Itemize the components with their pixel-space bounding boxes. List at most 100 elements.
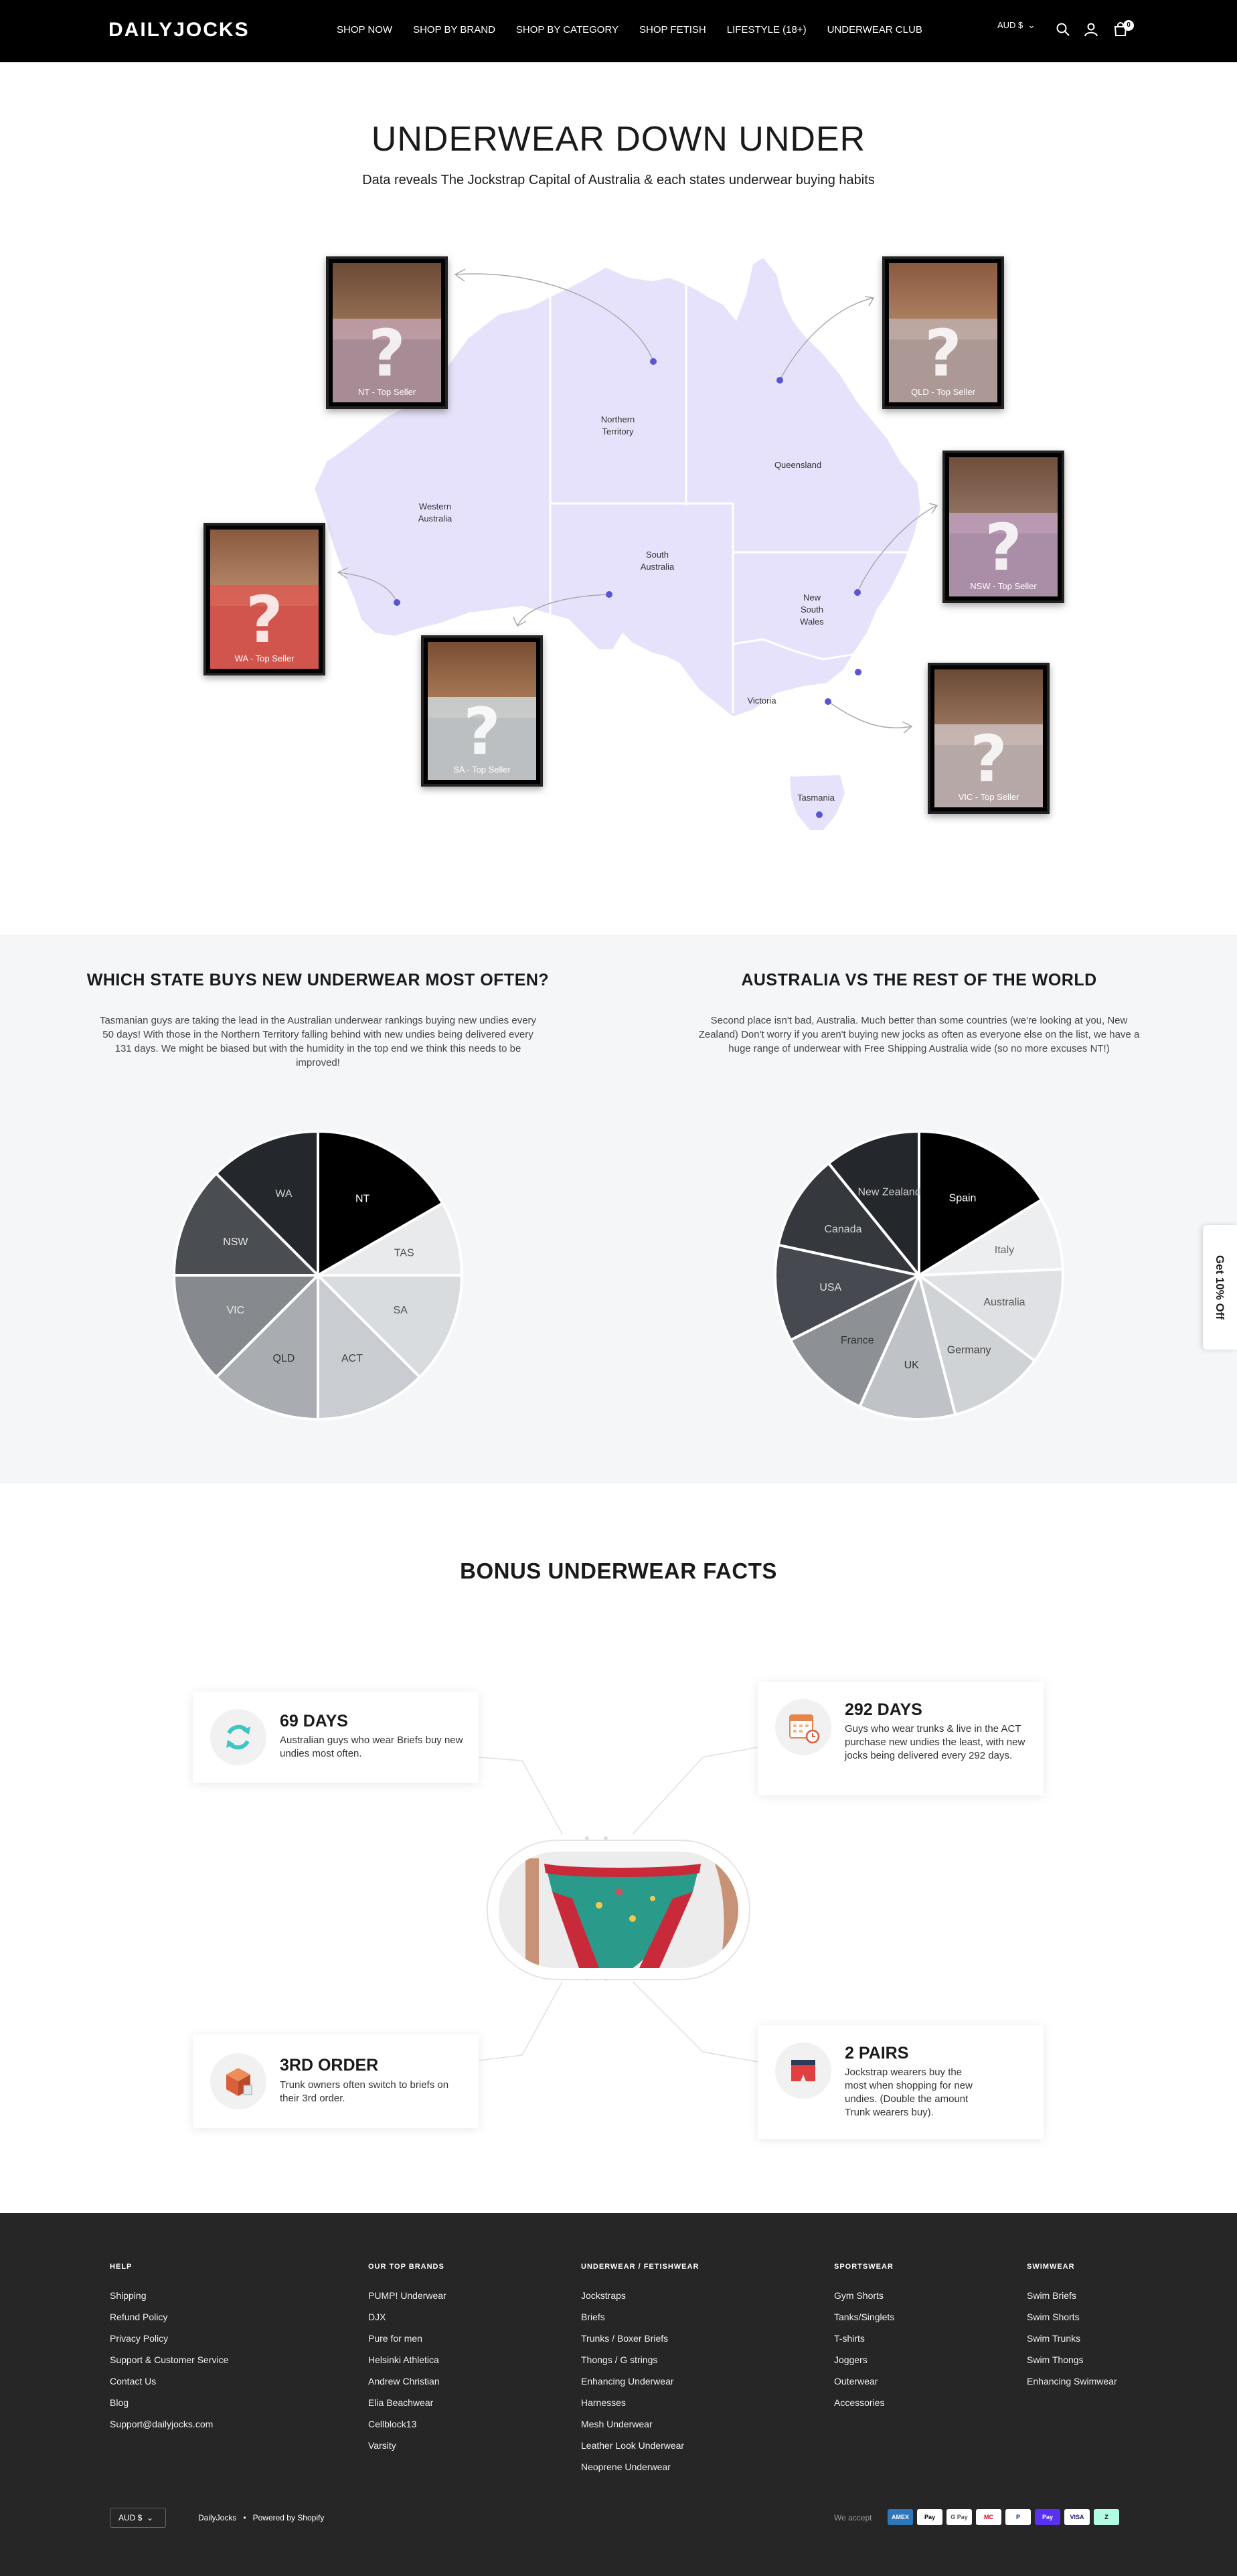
nav-lifestyle[interactable]: LIFESTYLE (18+) (727, 24, 807, 35)
footer-link[interactable]: Gym Shorts (834, 2289, 894, 2310)
discount-tab[interactable]: Get 10% Off (1203, 1225, 1237, 1350)
top-seller-card-wa[interactable]: ? WA - Top Seller (203, 523, 325, 675)
pie-label-nt: NT (355, 1194, 370, 1205)
site-footer: HELP Shipping Refund Policy Privacy Poli… (0, 2213, 1237, 2576)
fact-card-292-days: 292 DAYS Guys who wear trunks & live in … (758, 1682, 1044, 1795)
card-caption: NT - Top Seller (357, 387, 416, 397)
footer-link[interactable]: Accessories (834, 2396, 894, 2417)
card-caption: SA - Top Seller (453, 764, 511, 775)
featured-product-frame[interactable] (487, 1840, 750, 1980)
nav-shop-by-category[interactable]: SHOP BY CATEGORY (516, 24, 618, 35)
pie-label-australia: Australia (983, 1297, 1025, 1308)
question-mark-icon: ? (368, 316, 406, 392)
footer-col-heading: SPORTSWEAR (834, 2263, 894, 2271)
state-label-nsw: New South Wales (800, 592, 824, 627)
top-seller-card-nsw[interactable]: ? NSW - Top Seller (942, 451, 1064, 603)
separator-dot: • (238, 2513, 251, 2522)
fact-card-69-days: 69 DAYS Australian guys who wear Briefs … (193, 1692, 479, 1783)
currency-label: AUD $ (997, 20, 1023, 30)
currency-selector[interactable]: AUD $ ⌄ (997, 20, 1035, 31)
pie-label-italy: Italy (995, 1244, 1014, 1256)
search-icon[interactable] (1056, 22, 1070, 37)
footer-link[interactable]: DJX (368, 2310, 446, 2332)
pie-label-spain: Spain (949, 1193, 977, 1204)
footer-link[interactable]: Neoprene Underwear (581, 2460, 699, 2482)
footer-link[interactable]: Enhancing Underwear (581, 2374, 699, 2396)
footer-link[interactable]: Jockstraps (581, 2289, 699, 2310)
footer-link[interactable]: Briefs (581, 2310, 699, 2332)
footer-col-help: HELP Shipping Refund Policy Privacy Poli… (110, 2263, 228, 2439)
footer-link[interactable]: Tanks/Singlets (834, 2310, 894, 2332)
footer-link[interactable]: Leather Look Underwear (581, 2439, 699, 2460)
footer-link[interactable]: Joggers (834, 2353, 894, 2374)
copyright-link[interactable]: DailyJocks (198, 2513, 236, 2522)
footer-link[interactable]: Swim Shorts (1027, 2310, 1117, 2332)
top-seller-card-nt[interactable]: ? NT - Top Seller (326, 256, 448, 409)
footer-link[interactable]: Swim Briefs (1027, 2289, 1117, 2310)
footer-link[interactable]: Support & Customer Service (110, 2353, 228, 2374)
footer-link[interactable]: Outerwear (834, 2374, 894, 2396)
footer-link[interactable]: Helsinki Athletica (368, 2353, 446, 2374)
footer-link[interactable]: Swim Thongs (1027, 2353, 1117, 2374)
stat-right-text: Second place isn't bad, Australia. Much … (698, 1015, 1140, 1054)
copyright: DailyJocks • Powered by Shopify (198, 2513, 324, 2522)
pie-label-new-zealand: New Zealand (857, 1186, 920, 1198)
card-caption: NSW - Top Seller (970, 581, 1037, 591)
top-seller-card-vic[interactable]: ? VIC - Top Seller (928, 663, 1050, 814)
footer-link[interactable]: Shipping (110, 2289, 228, 2310)
state-label-qld: Queensland (774, 460, 822, 470)
footer-link[interactable]: Refund Policy (110, 2310, 228, 2332)
refresh-icon (210, 1709, 266, 1765)
footer-link[interactable]: Mesh Underwear (581, 2417, 699, 2439)
site-logo[interactable]: DAILYJOCKS (108, 19, 250, 42)
cart-count-badge: 0 (1123, 20, 1134, 31)
footer-link[interactable]: Harnesses (581, 2396, 699, 2417)
main-nav: SHOP NOW SHOP BY BRAND SHOP BY CATEGORY … (337, 24, 922, 35)
footer-link[interactable]: Swim Trunks (1027, 2332, 1117, 2353)
footer-link[interactable]: Pure for men (368, 2332, 446, 2353)
footer-link[interactable]: Enhancing Swimwear (1027, 2374, 1117, 2396)
fact-text: Australian guys who wear Briefs buy new … (280, 1735, 463, 1759)
footer-link[interactable]: T-shirts (834, 2332, 894, 2353)
paypal-icon: P (1005, 2509, 1031, 2525)
nav-shop-now[interactable]: SHOP NOW (337, 24, 392, 35)
footer-link[interactable]: Privacy Policy (110, 2332, 228, 2353)
card-caption: QLD - Top Seller (911, 387, 975, 397)
nav-shop-fetish[interactable]: SHOP FETISH (639, 24, 706, 35)
footer-link[interactable]: Varsity (368, 2439, 446, 2460)
chevron-down-icon: ⌄ (1025, 20, 1036, 30)
footer-link[interactable]: Andrew Christian (368, 2374, 446, 2396)
product-photo: ? NSW - Top Seller (949, 457, 1058, 596)
pie-label-germany: Germany (947, 1344, 991, 1356)
footer-link[interactable]: Elia Beachwear (368, 2396, 446, 2417)
footer-link[interactable]: Blog (110, 2396, 228, 2417)
footer-link[interactable]: Thongs / G strings (581, 2353, 699, 2374)
footer-link[interactable]: PUMP! Underwear (368, 2289, 446, 2310)
page-subtitle: Data reveals The Jockstrap Capital of Au… (362, 173, 875, 187)
card-caption: VIC - Top Seller (958, 792, 1019, 802)
account-icon[interactable] (1084, 22, 1098, 37)
pie-label-canada: Canada (824, 1224, 861, 1235)
question-mark-icon: ? (970, 722, 1007, 797)
product-photo: ? NT - Top Seller (333, 263, 441, 402)
footer-currency-selector[interactable]: AUD $ ⌄ (110, 2508, 166, 2528)
fact-text: Jockstrap wearers buy the most when shop… (845, 2067, 973, 2118)
nav-underwear-club[interactable]: UNDERWEAR CLUB (827, 24, 922, 35)
powered-by-link[interactable]: Powered by Shopify (253, 2513, 325, 2522)
stat-right-title: AUSTRALIA VS THE REST OF THE WORLD (741, 971, 1097, 989)
state-label-nt: Northern Territory (600, 414, 635, 436)
pie-label-france: France (841, 1335, 874, 1346)
fact-text: Guys who wear trunks & live in the ACT p… (845, 1723, 1025, 1761)
footer-link[interactable]: Contact Us (110, 2374, 228, 2396)
chevron-down-icon: ⌄ (144, 2513, 154, 2522)
fact-card-2-pairs: 2 PAIRS Jockstrap wearers buy the most w… (758, 2025, 1044, 2139)
footer-link[interactable]: Cellblock13 (368, 2417, 446, 2439)
question-mark-icon: ? (246, 582, 283, 658)
footer-col-heading: SWIMWEAR (1027, 2263, 1075, 2271)
nav-shop-by-brand[interactable]: SHOP BY BRAND (413, 24, 495, 35)
top-seller-card-sa[interactable]: ? SA - Top Seller (421, 635, 543, 787)
footer-col-brands: OUR TOP BRANDS PUMP! Underwear DJX Pure … (368, 2263, 446, 2460)
footer-link[interactable]: Trunks / Boxer Briefs (581, 2332, 699, 2353)
top-seller-card-qld[interactable]: ? QLD - Top Seller (882, 256, 1004, 409)
footer-link[interactable]: Support@dailyjocks.com (110, 2417, 228, 2439)
